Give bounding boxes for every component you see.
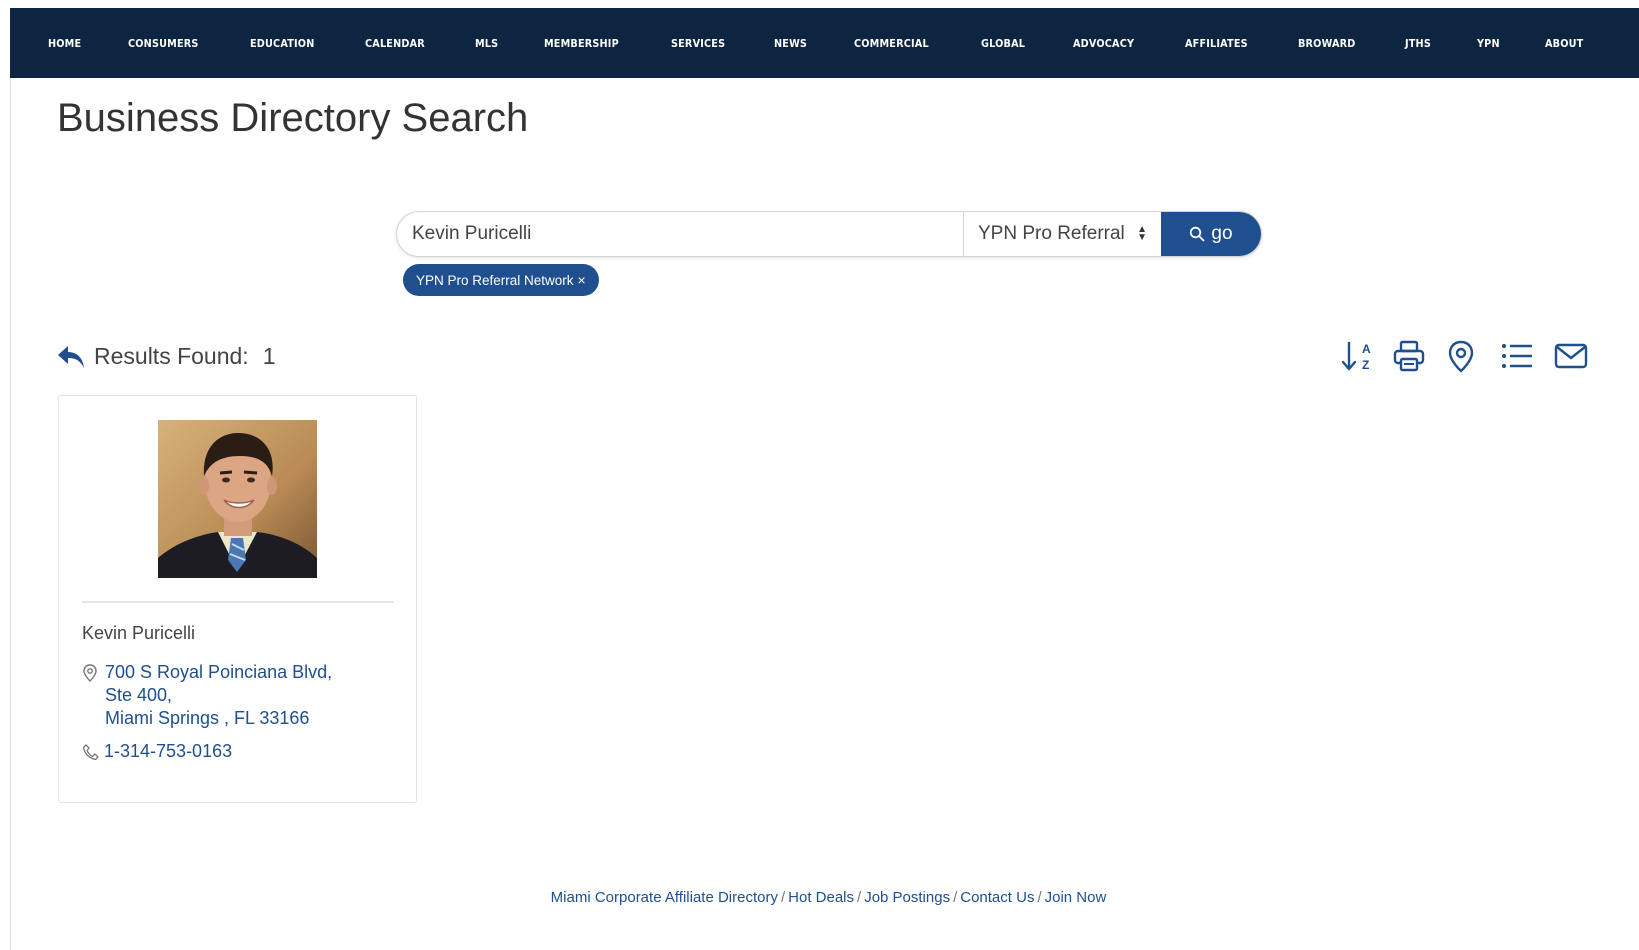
address-line-3: Miami Springs , FL 33166	[105, 708, 310, 728]
card-divider	[82, 601, 394, 603]
category-select[interactable]: YPN Pro Referral ▲ ▼	[963, 212, 1161, 256]
filter-chip-label: YPN Pro Referral Network	[416, 272, 574, 288]
svg-text:Z: Z	[1362, 358, 1369, 372]
nav-item-about[interactable]: ABOUT	[1545, 37, 1583, 50]
phone-link[interactable]: 1-314-753-0163	[82, 741, 232, 762]
nav-item-consumers[interactable]: CONSUMERS	[128, 37, 199, 50]
nav-item-calendar[interactable]: CALENDAR	[365, 37, 425, 50]
footer-separator: /	[780, 889, 786, 906]
nav-item-ypn[interactable]: YPN	[1477, 37, 1500, 50]
results-summary: Results Found: 1	[56, 343, 276, 370]
business-address: 700 S Royal Poinciana Blvd, Ste 400, Mia…	[82, 661, 332, 730]
select-arrows-icon: ▲ ▼	[1137, 224, 1147, 243]
phone-number: 1-314-753-0163	[104, 741, 233, 761]
nav-item-home[interactable]: HOME	[48, 37, 81, 50]
category-select-value: YPN Pro Referral	[978, 223, 1125, 244]
footer-link-join-now[interactable]: Join Now	[1045, 889, 1107, 906]
nav-item-advocacy[interactable]: ADVOCACY	[1073, 37, 1134, 50]
footer-separator: /	[1037, 889, 1042, 906]
profile-photo[interactable]	[158, 420, 317, 578]
search-input[interactable]	[397, 212, 963, 256]
email-icon[interactable]	[1554, 339, 1588, 373]
footer-link-affiliate-directory[interactable]: Miami Corporate Affiliate Directory	[551, 889, 778, 906]
search-icon	[1190, 226, 1205, 242]
footer-link-contact-us[interactable]: Contact Us	[960, 889, 1034, 906]
footer-link-hot-deals[interactable]: Hot Deals	[788, 889, 854, 906]
nav-item-broward[interactable]: BROWARD	[1298, 37, 1356, 50]
nav-item-news[interactable]: NEWS	[774, 37, 807, 50]
footer-links: Miami Corporate Affiliate Directory / Hot …	[0, 889, 1639, 906]
footer-link-job-postings[interactable]: Job Postings	[864, 889, 950, 906]
nav-item-affiliates[interactable]: AFFILIATES	[1185, 37, 1248, 50]
location-pin-icon	[83, 664, 97, 682]
footer-separator: /	[953, 889, 958, 906]
list-view-icon[interactable]	[1500, 339, 1534, 373]
map-pin-icon[interactable]	[1444, 339, 1478, 373]
nav-item-commercial[interactable]: COMMERCIAL	[854, 37, 929, 50]
results-count: 1	[262, 343, 276, 369]
results-toolbar: A Z	[1340, 339, 1588, 373]
nav-item-services[interactable]: SERVICES	[671, 37, 725, 50]
svg-text:A: A	[1362, 342, 1371, 356]
go-button[interactable]: go	[1161, 212, 1261, 256]
business-name[interactable]: Kevin Puricelli	[82, 623, 195, 644]
address-link[interactable]: 700 S Royal Poinciana Blvd, Ste 400, Mia…	[105, 661, 332, 730]
go-button-label: go	[1211, 223, 1233, 244]
nav-item-membership[interactable]: MEMBERSHIP	[544, 37, 619, 50]
page-title: Business Directory Search	[57, 96, 529, 140]
address-line-2: Ste 400,	[105, 685, 173, 705]
nav-item-global[interactable]: GLOBAL	[981, 37, 1025, 50]
top-navigation: HOME CONSUMERS EDUCATION CALENDAR MLS ME…	[10, 8, 1639, 78]
nav-item-jths[interactable]: JTHS	[1405, 37, 1431, 50]
nav-item-education[interactable]: EDUCATION	[250, 37, 314, 50]
nav-item-mls[interactable]: MLS	[475, 37, 498, 50]
result-card: Kevin Puricelli 700 S Royal Poinciana Bl…	[58, 395, 417, 803]
back-arrow-icon[interactable]	[56, 344, 86, 370]
footer-separator: /	[857, 889, 862, 906]
active-filter-chip[interactable]: YPN Pro Referral Network ×	[403, 264, 599, 296]
results-label: Results Found:	[94, 343, 249, 369]
sort-az-icon[interactable]: A Z	[1340, 339, 1374, 373]
phone-icon	[82, 743, 99, 760]
print-icon[interactable]	[1392, 339, 1426, 373]
search-bar: YPN Pro Referral ▲▼ go	[396, 211, 1262, 257]
address-line-1: 700 S Royal Poinciana Blvd,	[105, 662, 333, 682]
close-icon[interactable]: ×	[578, 272, 586, 288]
